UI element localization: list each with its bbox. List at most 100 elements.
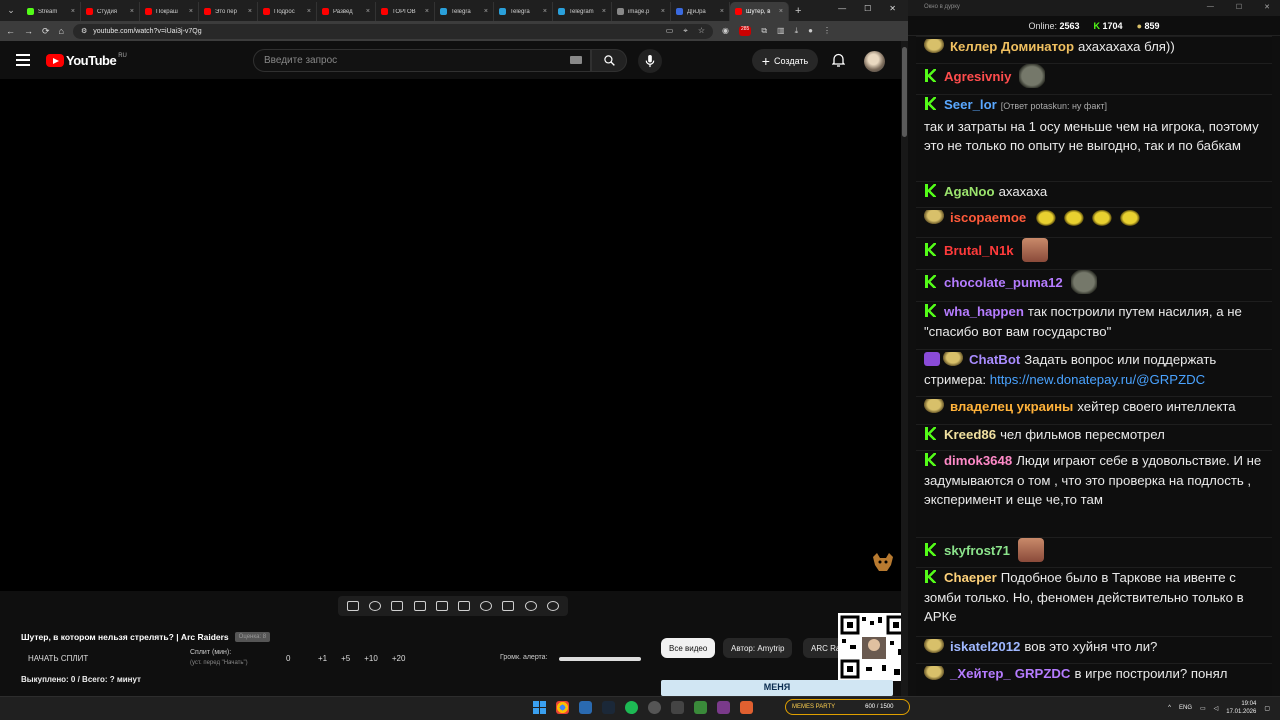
browser-tab[interactable]: Telegra × — [435, 2, 494, 21]
increment-button[interactable]: +20 — [392, 654, 406, 663]
chrome-icon[interactable] — [556, 701, 569, 714]
notifications-bell-icon[interactable] — [832, 53, 845, 67]
speed-icon[interactable] — [480, 601, 493, 611]
chat-minimize-icon[interactable]: — — [1207, 3, 1214, 11]
search-input[interactable]: Введите запрос — [253, 49, 591, 72]
tab-close-icon[interactable]: × — [366, 8, 370, 15]
memes-party-widget[interactable]: MEMES PARTY 600 / 1500 — [785, 699, 910, 715]
video-player[interactable] — [0, 79, 908, 591]
tab-close-icon[interactable]: × — [602, 8, 606, 15]
scrollbar-thumb[interactable] — [902, 47, 907, 137]
chat-username[interactable]: владелец украины — [950, 399, 1073, 414]
voice-search-button[interactable] — [638, 49, 662, 73]
tab-close-icon[interactable]: × — [130, 8, 134, 15]
cinema-icon[interactable] — [413, 601, 426, 611]
reload-icon[interactable]: ⟳ — [42, 26, 50, 37]
translate-icon[interactable]: ⌖ — [683, 26, 688, 36]
chip-author[interactable]: Автор: Amytrip — [723, 638, 793, 658]
start-split-button[interactable]: НАЧАТЬ СПЛИТ — [28, 654, 88, 663]
tab-close-icon[interactable]: × — [484, 8, 488, 15]
chat-message-list[interactable]: Келлер Доминатор ахахахаха бля)) Agresivni… — [916, 36, 1272, 696]
chat-username[interactable]: Seer_lor — [944, 97, 997, 112]
minimize-icon[interactable]: — — [838, 4, 846, 13]
tab-close-icon[interactable]: × — [720, 8, 724, 15]
tab-close-icon[interactable]: × — [248, 8, 252, 15]
alert-volume-slider[interactable] — [559, 657, 641, 661]
chat-username[interactable]: _Хейтер_ — [950, 666, 1011, 681]
tab-close-icon[interactable]: × — [189, 8, 193, 15]
screenshot-eye-icon[interactable] — [391, 601, 404, 611]
tab-search-icon[interactable]: ⌄ — [0, 0, 22, 21]
chat-username[interactable]: Kreed86 — [944, 427, 996, 442]
youtube-logo[interactable]: YouTube RU — [46, 53, 127, 68]
menu-icon[interactable] — [16, 54, 30, 66]
increment-button[interactable]: +10 — [364, 654, 378, 663]
chat-username[interactable]: Brutal_N1k — [944, 243, 1014, 258]
pip-icon[interactable] — [502, 601, 515, 611]
browser-tab[interactable]: Stream × — [22, 2, 81, 21]
settings-gear-icon[interactable] — [546, 601, 559, 611]
browser-tab[interactable]: Д[иЈра × — [671, 2, 730, 21]
broadcast-icon[interactable] — [369, 601, 382, 611]
page-scrollbar[interactable] — [901, 41, 908, 696]
chat-mention[interactable]: GRPZDC — [1015, 666, 1071, 681]
steam-icon[interactable] — [602, 701, 615, 714]
bookmark-star-icon[interactable]: ☆ — [698, 26, 705, 36]
app-icon[interactable] — [740, 701, 753, 714]
avatar[interactable] — [864, 51, 885, 72]
promo-banner[interactable]: МЕНЯ — [661, 680, 893, 696]
tab-close-icon[interactable]: × — [661, 8, 665, 15]
language-indicator[interactable]: ENG — [1179, 705, 1192, 711]
app-icon[interactable] — [717, 701, 730, 714]
browser-tab[interactable]: Это пер × — [199, 2, 258, 21]
resize-icon[interactable] — [435, 601, 448, 611]
search-button[interactable] — [591, 49, 627, 72]
download-icon[interactable]: ⤓ — [795, 26, 799, 36]
tray-chevron-icon[interactable]: ^ — [1168, 705, 1171, 711]
chat-username[interactable]: Agresivniy — [944, 69, 1011, 84]
browser-tab[interactable]: Покраш × — [140, 2, 199, 21]
puzzle-icon[interactable]: ⧉ — [761, 26, 767, 36]
split-value[interactable]: 0 — [286, 654, 290, 663]
url-field[interactable]: ⚙ youtube.com/watch?v=iUai3j-v7Qg ▭ ⌖ ☆ — [72, 23, 713, 39]
chip-game[interactable]: ARC Raiders — [803, 638, 843, 658]
chat-username[interactable]: AgaNoo — [944, 184, 995, 199]
obs-icon[interactable] — [648, 701, 661, 714]
split-view-icon[interactable]: ▥ — [777, 26, 785, 36]
chat-username[interactable]: chocolate_puma12 — [944, 275, 1063, 290]
browser-tab[interactable]: ТОРГОВ × — [376, 2, 435, 21]
cast-icon[interactable]: ▭ — [666, 26, 674, 36]
browser-menu-icon[interactable]: ⋮ — [823, 26, 831, 36]
browser-tab[interactable]: Шутер, в × — [730, 2, 789, 21]
browser-tab[interactable]: Telegra × — [494, 2, 553, 21]
chat-username[interactable]: dimok3648 — [944, 453, 1012, 468]
browser-tab[interactable]: image.p × — [612, 2, 671, 21]
chat-username[interactable]: iskatel2012 — [950, 639, 1020, 654]
chip-all-videos[interactable]: Все видео — [661, 638, 716, 658]
camera-icon[interactable] — [524, 601, 537, 611]
maximize-icon[interactable]: ☐ — [864, 4, 871, 13]
loop-icon[interactable] — [347, 601, 360, 611]
increment-button[interactable]: +5 — [341, 654, 350, 663]
app-icon[interactable] — [694, 701, 707, 714]
tab-close-icon[interactable]: × — [779, 8, 783, 15]
tab-close-icon[interactable]: × — [425, 8, 429, 15]
chat-username[interactable]: wha_happen — [944, 304, 1024, 319]
folder-icon[interactable] — [579, 701, 592, 714]
create-button[interactable]: + Создать — [752, 49, 818, 72]
new-tab-button[interactable]: + — [795, 5, 801, 17]
forward-icon[interactable]: → — [24, 26, 33, 36]
terminal-icon[interactable] — [671, 701, 684, 714]
browser-tab[interactable]: Развед × — [317, 2, 376, 21]
chat-username[interactable]: iscopaemoe — [950, 210, 1026, 225]
browser-tab[interactable]: Студия × — [81, 2, 140, 21]
theater-icon[interactable] — [458, 601, 471, 611]
home-icon[interactable]: ⌂ — [59, 26, 64, 36]
chat-username[interactable]: Келлер Доминатор — [950, 39, 1074, 54]
chat-close-icon[interactable]: ✕ — [1264, 3, 1270, 11]
clock[interactable]: 19:04 17.01.2026 — [1226, 700, 1256, 716]
network-icon[interactable]: ▭ — [1200, 705, 1206, 712]
notifications-icon[interactable]: ▢ — [1264, 705, 1270, 712]
spotify-icon[interactable] — [625, 701, 638, 714]
tab-close-icon[interactable]: × — [543, 8, 547, 15]
